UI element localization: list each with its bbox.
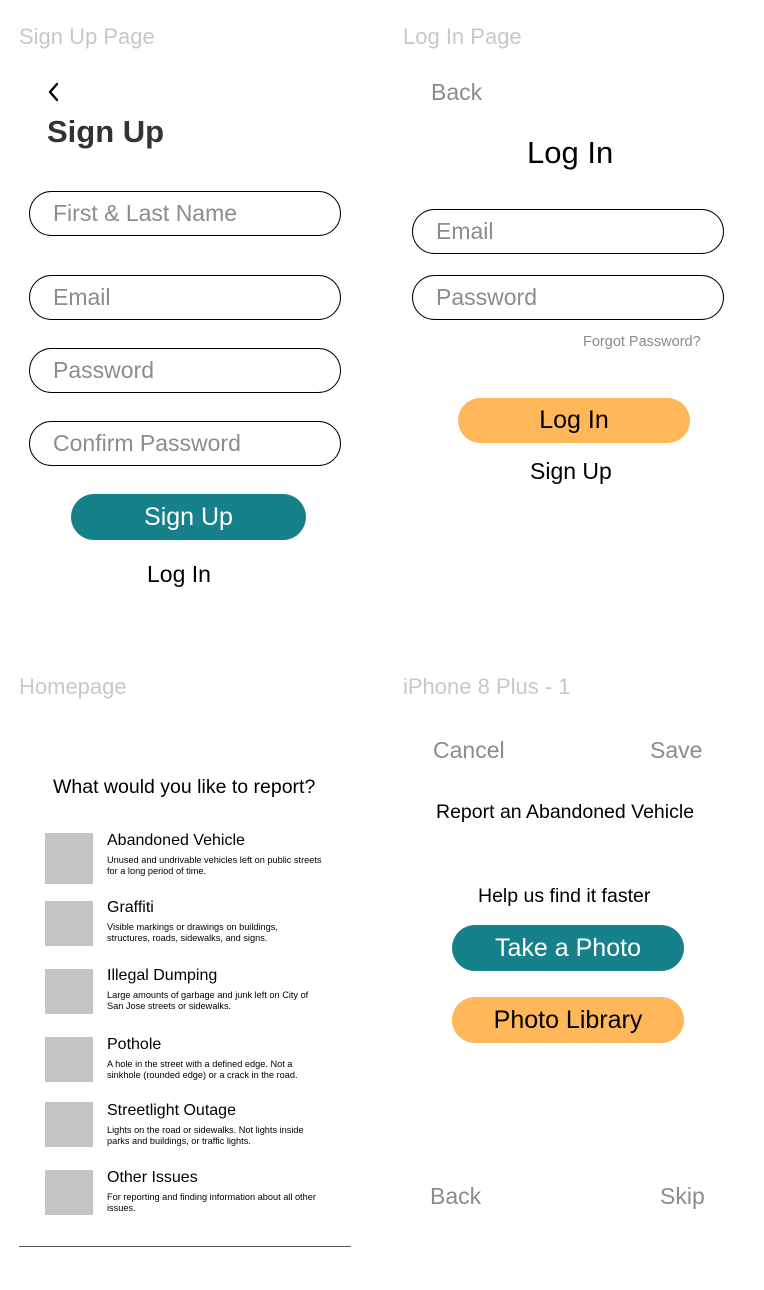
cancel-button[interactable]: Cancel (433, 737, 505, 764)
report-question-heading: What would you like to report? (53, 776, 316, 798)
signup-title: Sign Up (47, 114, 165, 149)
category-description: Lights on the road or sidewalks. Not lig… (107, 1125, 304, 1146)
category-description: Large amounts of garbage and junk left o… (107, 990, 309, 1011)
category-title: Graffiti (107, 899, 154, 916)
category-image-placeholder (45, 901, 93, 946)
login-title: Log In (527, 135, 614, 170)
category-image-placeholder (45, 833, 93, 884)
category-title: Streetlight Outage (107, 1102, 236, 1119)
artboard-title-home: Homepage (19, 674, 127, 699)
report-back-button[interactable]: Back (430, 1183, 481, 1210)
skip-button[interactable]: Skip (660, 1183, 705, 1210)
artboard-title-signup: Sign Up Page (19, 24, 155, 49)
forgot-password-link[interactable]: Forgot Password? (583, 334, 701, 350)
category-title: Abandoned Vehicle (107, 832, 245, 849)
category-title: Other Issues (107, 1169, 198, 1186)
category-title: Pothole (107, 1036, 162, 1053)
category-description: Visible markings or drawings on building… (107, 922, 278, 943)
artboard-title-login: Log In Page (403, 24, 522, 49)
login-link[interactable]: Log In (147, 561, 211, 588)
full-name-field[interactable]: First & Last Name (29, 191, 341, 236)
category-streetlight-outage[interactable]: Streetlight Outage Lights on the road or… (45, 1102, 345, 1162)
artboard-title-iphone: iPhone 8 Plus - 1 (403, 674, 571, 699)
take-photo-button[interactable]: Take a Photo (452, 925, 684, 971)
bottom-divider (19, 1246, 351, 1247)
back-button[interactable]: Back (431, 79, 482, 106)
category-other-issues[interactable]: Other Issues For reporting and finding i… (45, 1169, 345, 1229)
signup-link[interactable]: Sign Up (530, 458, 612, 485)
report-title: Report an Abandoned Vehicle (436, 801, 695, 823)
category-pothole[interactable]: Pothole A hole in the street with a defi… (45, 1036, 345, 1096)
category-description: Unused and undrivable vehicles left on p… (107, 855, 322, 876)
category-description: A hole in the street with a defined edge… (107, 1059, 298, 1080)
signup-button[interactable]: Sign Up (71, 494, 306, 540)
category-image-placeholder (45, 1037, 93, 1082)
password-field[interactable]: Password (29, 348, 341, 393)
save-button[interactable]: Save (650, 737, 702, 764)
category-image-placeholder (45, 1170, 93, 1215)
email-field[interactable]: Email (29, 275, 341, 320)
category-image-placeholder (45, 969, 93, 1014)
category-description: For reporting and finding information ab… (107, 1192, 316, 1213)
help-text: Help us find it faster (478, 885, 651, 907)
category-graffiti[interactable]: Graffiti Visible markings or drawings on… (45, 899, 345, 959)
category-abandoned-vehicle[interactable]: Abandoned Vehicle Unused and undrivable … (45, 832, 345, 892)
confirm-password-field[interactable]: Confirm Password (29, 421, 341, 466)
category-image-placeholder (45, 1102, 93, 1147)
category-illegal-dumping[interactable]: Illegal Dumping Large amounts of garbage… (45, 967, 345, 1027)
back-chevron-icon[interactable] (46, 80, 62, 104)
photo-library-button[interactable]: Photo Library (452, 997, 684, 1043)
login-password-field[interactable]: Password (412, 275, 724, 320)
login-email-field[interactable]: Email (412, 209, 724, 254)
category-title: Illegal Dumping (107, 967, 218, 984)
login-button[interactable]: Log In (458, 398, 690, 443)
